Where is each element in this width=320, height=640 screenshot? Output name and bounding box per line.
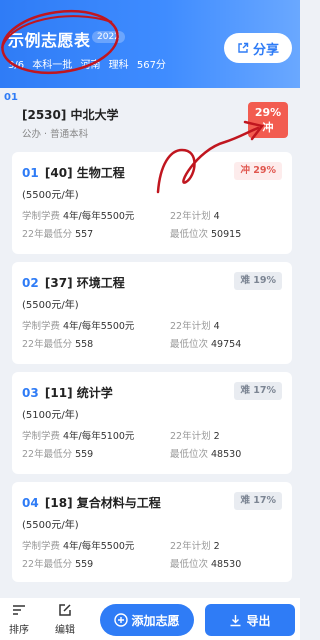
- plan-count: 22年计划 2: [170, 431, 220, 442]
- probability-chip: 难 17%: [234, 492, 282, 510]
- export-button[interactable]: 导出: [205, 604, 295, 636]
- major-card[interactable]: 04 [18] 复合材料与工程 难 17% (5500元/年) 学制学费 4年/每…: [12, 482, 292, 582]
- province-label: 河南: [80, 60, 101, 71]
- add-choice-button[interactable]: 添加志愿: [100, 604, 194, 636]
- edit-button[interactable]: 编辑: [50, 602, 80, 636]
- major-card[interactable]: 01 [40] 生物工程 冲 29% (5500元/年) 学制学费 4年/每年55…: [12, 152, 292, 254]
- sort-button[interactable]: 排序: [4, 602, 34, 636]
- year-badge: 2022: [92, 31, 125, 43]
- sort-label: 排序: [9, 625, 29, 636]
- min-score: 22年最低分 559: [22, 559, 94, 570]
- share-button[interactable]: 分享: [224, 33, 292, 63]
- progress-count: 3/6: [8, 60, 25, 71]
- school-type: 公办: [22, 129, 42, 140]
- major-number: 01: [22, 166, 39, 180]
- major-fee: (5100元/年): [22, 410, 79, 421]
- add-choice-label: 添加志愿: [131, 613, 180, 628]
- bottom-toolbar: 排序 编辑 添加志愿 导出: [0, 598, 300, 640]
- download-icon: [230, 614, 241, 626]
- major-name: [18] 复合材料与工程: [44, 496, 161, 510]
- school-card[interactable]: [2530] 中北大学 公办 · 普通本科 29% 冲: [8, 94, 294, 146]
- major-title: 04 [18] 复合材料与工程: [22, 494, 161, 511]
- major-fee: (5500元/年): [22, 300, 79, 311]
- page-title: 示例志愿表: [8, 31, 91, 50]
- school-level: 普通本科: [50, 129, 89, 140]
- major-fee: (5500元/年): [22, 520, 79, 531]
- header-subtitle: 3/6 本科一批 河南 理科 567分: [8, 56, 171, 71]
- sort-icon: [13, 605, 25, 615]
- min-score: 22年最低分 558: [22, 339, 94, 350]
- admission-chance-badge: 29% 冲: [248, 102, 288, 138]
- add-circle-icon: [114, 613, 129, 627]
- track-label: 理科: [108, 60, 129, 71]
- major-title: 02 [37] 环境工程: [22, 274, 125, 291]
- major-number: 04: [22, 496, 39, 510]
- duration-fee: 学制学费 4年/每年5500元: [22, 321, 135, 332]
- share-icon: [238, 42, 249, 53]
- min-score: 22年最低分 559: [22, 449, 94, 460]
- min-rank: 最低位次 48530: [170, 449, 242, 460]
- score-label: 567分: [136, 60, 166, 71]
- school-meta: 公办 · 普通本科: [22, 126, 88, 140]
- edit-label: 编辑: [55, 625, 75, 636]
- min-rank: 最低位次 49754: [170, 339, 242, 350]
- major-fee: (5500元/年): [22, 190, 79, 201]
- major-title: 01 [40] 生物工程: [22, 164, 125, 181]
- probability-chip: 难 19%: [234, 272, 282, 290]
- major-name: [37] 环境工程: [44, 276, 125, 290]
- min-score: 22年最低分 557: [22, 229, 94, 240]
- major-name: [11] 统计学: [44, 386, 113, 400]
- major-name: [40] 生物工程: [44, 166, 125, 180]
- chance-percent: 29%: [254, 106, 282, 119]
- export-label: 导出: [246, 613, 271, 628]
- duration-fee: 学制学费 4年/每年5100元: [22, 431, 135, 442]
- min-rank: 最低位次 48530: [170, 559, 242, 570]
- major-number: 03: [22, 386, 39, 400]
- major-card[interactable]: 03 [11] 统计学 难 17% (5100元/年) 学制学费 4年/每年510…: [12, 372, 292, 474]
- plan-count: 22年计划 4: [170, 211, 220, 222]
- major-title: 03 [11] 统计学: [22, 384, 113, 401]
- chance-label: 冲: [262, 121, 274, 134]
- probability-chip: 冲 29%: [234, 162, 282, 180]
- plan-count: 22年计划 4: [170, 321, 220, 332]
- duration-fee: 学制学费 4年/每年5500元: [22, 541, 135, 552]
- header: 示例志愿表 2022 3/6 本科一批 河南 理科 567分 分享: [0, 0, 300, 88]
- plan-count: 22年计划 2: [170, 541, 220, 552]
- share-label: 分享: [252, 42, 279, 58]
- edit-icon: [59, 604, 71, 616]
- major-card[interactable]: 02 [37] 环境工程 难 19% (5500元/年) 学制学费 4年/每年55…: [12, 262, 292, 364]
- batch-label: 本科一批: [32, 60, 73, 71]
- probability-chip: 难 17%: [234, 382, 282, 400]
- major-number: 02: [22, 276, 39, 290]
- min-rank: 最低位次 50915: [170, 229, 242, 240]
- duration-fee: 学制学费 4年/每年5500元: [22, 211, 135, 222]
- school-name: [2530] 中北大学: [22, 108, 119, 122]
